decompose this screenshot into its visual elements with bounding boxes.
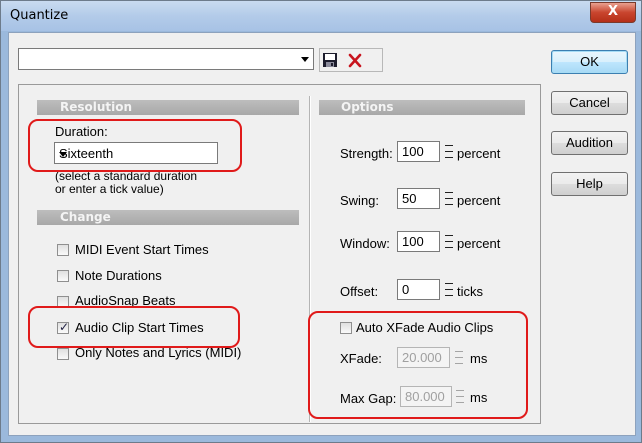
swing-unit: percent bbox=[457, 193, 501, 208]
close-button[interactable]: X bbox=[590, 2, 636, 23]
audio-clip-start-times-highlight bbox=[28, 306, 240, 348]
strength-spinner[interactable] bbox=[444, 141, 454, 162]
offset-field[interactable]: 0 bbox=[397, 279, 440, 300]
preset-combo[interactable] bbox=[18, 48, 314, 70]
offset-unit: ticks bbox=[457, 284, 483, 299]
save-preset-icon[interactable] bbox=[322, 52, 338, 68]
swing-label: Swing: bbox=[340, 193, 380, 208]
note-durations-checkbox[interactable] bbox=[57, 270, 69, 282]
close-icon: X bbox=[607, 4, 619, 19]
swing-field[interactable]: 50 bbox=[397, 188, 440, 209]
midi-event-start-times-checkbox[interactable] bbox=[57, 244, 69, 256]
strength-unit: percent bbox=[457, 146, 501, 161]
window-field[interactable]: 100 bbox=[397, 231, 440, 252]
change-header: Change bbox=[37, 210, 299, 225]
offset-spinner[interactable] bbox=[444, 279, 454, 300]
swing-spinner[interactable] bbox=[444, 188, 454, 209]
audition-button[interactable]: Audition bbox=[551, 131, 628, 155]
delete-preset-icon[interactable] bbox=[344, 51, 366, 70]
midi-event-start-times-label[interactable]: MIDI Event Start Times bbox=[75, 242, 209, 257]
duration-highlight bbox=[28, 119, 242, 172]
window-title: Quantize bbox=[10, 8, 69, 23]
ok-button[interactable]: OK bbox=[551, 50, 628, 74]
strength-field[interactable]: 100 bbox=[397, 141, 440, 162]
duration-hint-line2: or enter a tick value) bbox=[55, 182, 164, 196]
resolution-header: Resolution bbox=[37, 100, 299, 115]
window-unit: percent bbox=[457, 236, 501, 251]
options-header: Options bbox=[319, 100, 525, 115]
chevron-down-icon[interactable] bbox=[301, 57, 309, 62]
window-label: Window: bbox=[340, 236, 390, 251]
only-notes-and-lyrics-checkbox[interactable] bbox=[57, 348, 69, 360]
note-durations-label[interactable]: Note Durations bbox=[75, 268, 162, 283]
window-spinner[interactable] bbox=[444, 231, 454, 252]
strength-label: Strength: bbox=[340, 146, 393, 161]
title-bar[interactable]: Quantize X bbox=[1, 1, 641, 31]
xfade-options-highlight bbox=[308, 311, 528, 419]
offset-label: Offset: bbox=[340, 284, 379, 299]
help-button[interactable]: Help bbox=[551, 172, 628, 196]
cancel-button[interactable]: Cancel bbox=[551, 91, 628, 115]
